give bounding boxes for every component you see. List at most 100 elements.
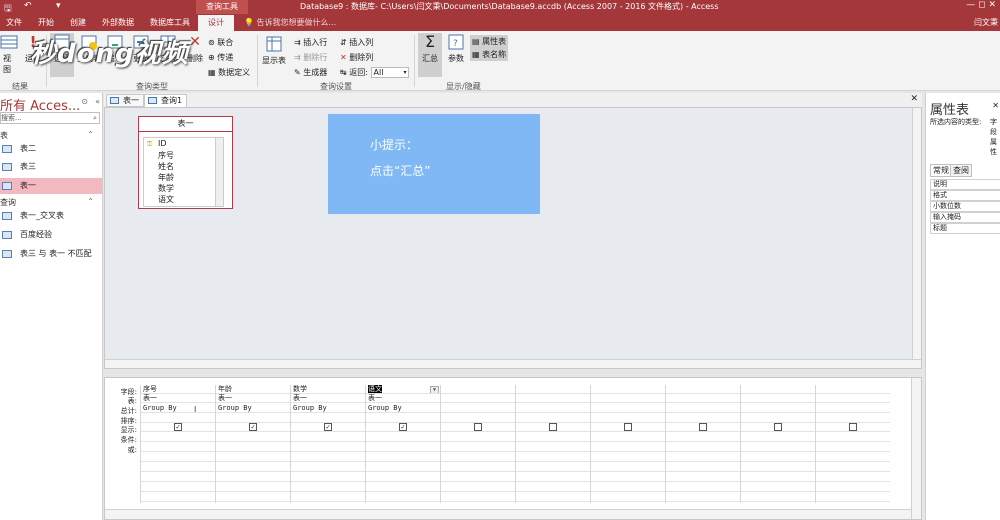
grid-cell-field[interactable]: [666, 385, 740, 394]
grid-cell-empty[interactable]: [291, 463, 365, 472]
grid-column[interactable]: 数学 表一 Group By ✓: [290, 385, 365, 503]
grid-cell-criteria[interactable]: [291, 433, 365, 442]
tab-home[interactable]: 开始: [38, 17, 54, 28]
grid-cell-sort[interactable]: [816, 414, 890, 423]
grid-cell-empty[interactable]: [441, 483, 515, 492]
grid-cell-empty[interactable]: [141, 453, 215, 462]
grid-cell-empty[interactable]: [516, 493, 590, 502]
chevron-down-icon[interactable]: ▼: [430, 386, 439, 393]
grid-cell-empty[interactable]: [216, 463, 290, 472]
grid-cell-criteria[interactable]: [141, 433, 215, 442]
field-list-scrollbar[interactable]: [215, 138, 223, 206]
quick-access-dropdown-icon[interactable]: ▾: [56, 1, 61, 11]
grid-cell-total[interactable]: [591, 404, 665, 413]
prop-row-caption[interactable]: 标题: [930, 223, 1000, 234]
grid-cell-or[interactable]: [216, 443, 290, 452]
query-design-area[interactable]: 表一 ⚿ ID 序号 姓名 年龄 数学 语文 小提示： 点击“汇总”: [104, 107, 922, 369]
grid-cell-empty[interactable]: [516, 463, 590, 472]
grid-cell-sort[interactable]: [441, 414, 515, 423]
nav-item-unmatched-query[interactable]: 表三 与 表一 不匹配: [0, 246, 102, 262]
grid-cell-empty[interactable]: [666, 463, 740, 472]
prop-row-description[interactable]: 说明: [930, 179, 1000, 190]
field-list-title[interactable]: 表一: [139, 117, 232, 132]
nav-dropdown-icon[interactable]: ⊙: [81, 97, 88, 106]
grid-cell-table[interactable]: 表一: [141, 394, 215, 403]
grid-cell-show[interactable]: ✓: [291, 423, 365, 432]
grid-cell-field[interactable]: 数学: [291, 385, 365, 394]
close-document-icon[interactable]: ✕: [910, 94, 918, 104]
window-controls[interactable]: — ◻ ✕: [966, 0, 996, 10]
grid-cell-empty[interactable]: [741, 493, 815, 502]
field-list-table-one[interactable]: 表一 ⚿ ID 序号 姓名 年龄 数学 语文: [138, 116, 233, 209]
grid-column[interactable]: 序号 表一 Group By ✓: [140, 385, 215, 503]
grid-cell-empty[interactable]: [141, 493, 215, 502]
grid-cell-or[interactable]: [816, 443, 890, 452]
grid-cell-show[interactable]: [741, 423, 815, 432]
grid-column[interactable]: [815, 385, 890, 503]
grid-cell-table[interactable]: [816, 394, 890, 403]
grid-column[interactable]: [665, 385, 740, 503]
grid-cell-empty[interactable]: [591, 493, 665, 502]
tab-design[interactable]: 设计: [198, 15, 234, 31]
undo-icon[interactable]: ↶: [24, 1, 32, 11]
grid-column[interactable]: 语文 ▼ 表一 Group By ✓: [365, 385, 440, 503]
grid-cell-criteria[interactable]: [366, 433, 440, 442]
grid-cell-sort[interactable]: [366, 414, 440, 423]
insert-rows-button[interactable]: ⇉ 插入行: [294, 37, 327, 48]
grid-column[interactable]: [515, 385, 590, 503]
grid-cell-total[interactable]: Group By: [141, 404, 215, 413]
grid-cell-or[interactable]: [516, 443, 590, 452]
nav-section-queries[interactable]: 查询 ⌃: [0, 197, 100, 208]
grid-cell-total[interactable]: [666, 404, 740, 413]
grid-cell-total[interactable]: [741, 404, 815, 413]
grid-cell-or[interactable]: [666, 443, 740, 452]
field-item[interactable]: 数学: [158, 183, 174, 194]
grid-cell-table[interactable]: [666, 394, 740, 403]
grid-cell-total[interactable]: [441, 404, 515, 413]
field-item[interactable]: 年龄: [158, 172, 174, 183]
grid-cell-table[interactable]: [741, 394, 815, 403]
grid-cell-empty[interactable]: [141, 473, 215, 482]
tab-file[interactable]: 文件: [6, 17, 22, 28]
grid-cell-show[interactable]: ✓: [216, 423, 290, 432]
grid-cell-empty[interactable]: [816, 483, 890, 492]
grid-cell-field[interactable]: [516, 385, 590, 394]
user-name[interactable]: 闫文秉: [974, 17, 998, 28]
grid-cell-total[interactable]: Group By: [216, 404, 290, 413]
grid-column[interactable]: [590, 385, 665, 503]
grid-cell-empty[interactable]: [516, 473, 590, 482]
grid-cell-or[interactable]: [441, 443, 515, 452]
grid-cell-empty[interactable]: [591, 473, 665, 482]
grid-cell-empty[interactable]: [816, 473, 890, 482]
grid-cell-or[interactable]: [141, 443, 215, 452]
grid-cell-show[interactable]: [441, 423, 515, 432]
grid-cell-empty[interactable]: [816, 453, 890, 462]
grid-cell-empty[interactable]: [666, 493, 740, 502]
table-names-button[interactable]: ▦ 表名称: [470, 48, 509, 61]
grid-cell-empty[interactable]: [441, 473, 515, 482]
grid-cell-empty[interactable]: [291, 493, 365, 502]
field-item[interactable]: 语文: [158, 194, 174, 205]
grid-cell-empty[interactable]: [816, 493, 890, 502]
grid-cell-table[interactable]: 表一: [366, 394, 440, 403]
grid-cell-sort[interactable]: [141, 414, 215, 423]
nav-item-baidu-query[interactable]: 百度经验: [0, 227, 102, 243]
insert-columns-button[interactable]: ⇵ 插入列: [340, 37, 373, 48]
show-checkbox[interactable]: [849, 423, 857, 431]
grid-cell-or[interactable]: [591, 443, 665, 452]
prop-tab-general[interactable]: 常规: [930, 164, 952, 177]
grid-cell-empty[interactable]: [666, 473, 740, 482]
grid-column[interactable]: 年龄 表一 Group By ✓: [215, 385, 290, 503]
grid-cell-show[interactable]: [591, 423, 665, 432]
grid-cell-sort[interactable]: [741, 414, 815, 423]
grid-cell-table[interactable]: 表一: [291, 394, 365, 403]
show-checkbox[interactable]: ✓: [174, 423, 182, 431]
grid-cell-empty[interactable]: [216, 493, 290, 502]
grid-cell-field[interactable]: 语文 ▼: [366, 385, 440, 394]
grid-cell-empty[interactable]: [666, 453, 740, 462]
grid-cell-empty[interactable]: [366, 463, 440, 472]
grid-cell-empty[interactable]: [291, 483, 365, 492]
grid-cell-empty[interactable]: [216, 483, 290, 492]
grid-cell-empty[interactable]: [591, 463, 665, 472]
grid-cell-field[interactable]: 年龄: [216, 385, 290, 394]
